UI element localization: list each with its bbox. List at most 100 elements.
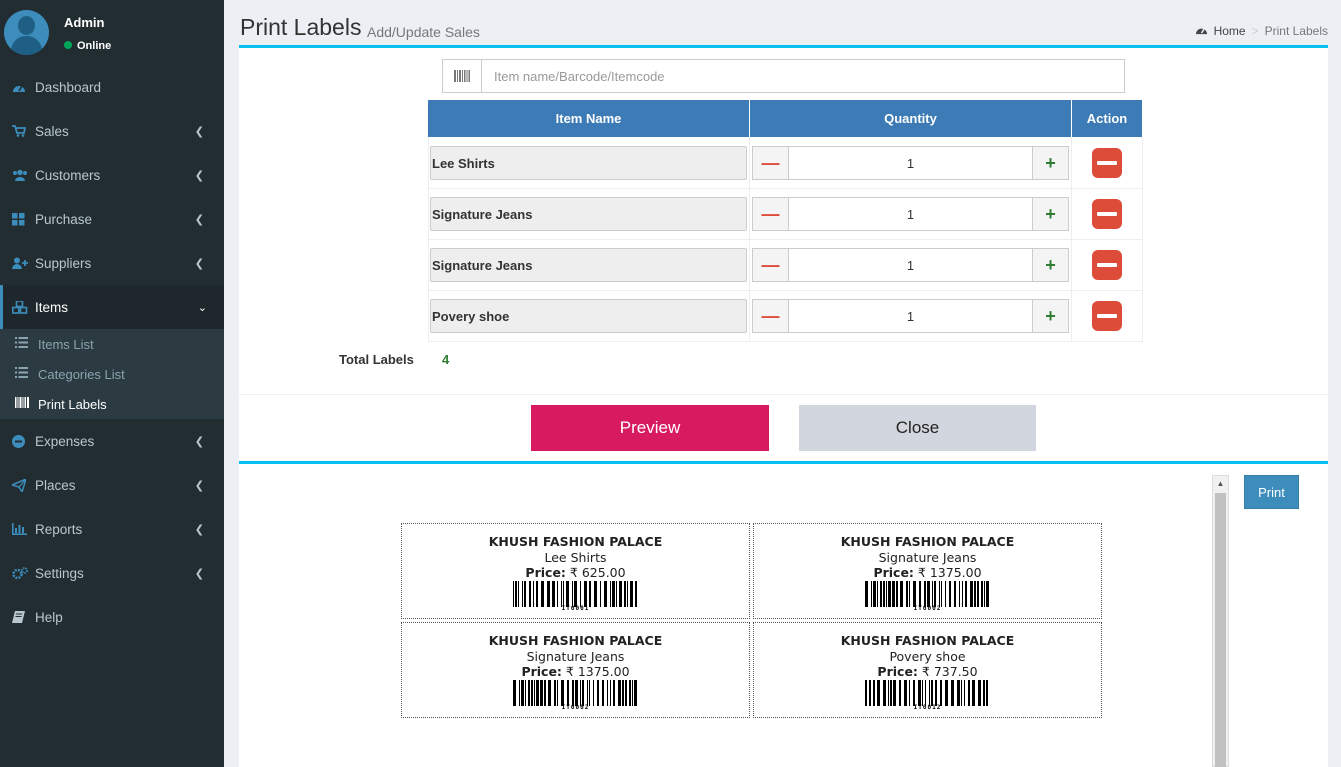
chevron-left-icon: ❮ [194,479,204,492]
label-item-code: IT0012 [913,704,942,711]
remove-row-button[interactable] [1092,199,1122,229]
print-button[interactable]: Print [1244,475,1299,509]
dashboard-icon [1195,24,1208,38]
label-price: Price: ₹ 625.00 [402,565,749,580]
sidebar-item-reports[interactable]: Reports ❮ [0,507,224,551]
barcode-icon [15,397,38,411]
column-header-quantity: Quantity [750,100,1071,137]
chevron-down-icon: ⌄ [197,301,207,314]
avatar [4,10,49,55]
table-divider [1142,137,1143,342]
sidebar-subitem-items-list[interactable]: Items List [0,329,224,359]
barcode-label: KHUSH FASHION PALACE Signature Jeans Pri… [401,622,750,718]
label-shop-name: KHUSH FASHION PALACE [488,534,663,549]
scroll-thumb[interactable] [1215,493,1226,767]
minus-icon [1097,263,1117,267]
book-icon [12,610,35,624]
increase-button[interactable]: + [1032,249,1068,281]
table-divider [428,290,1142,291]
sidebar-item-items[interactable]: Items ⌄ [0,285,224,329]
decrease-button[interactable]: — [753,300,789,332]
quantity-stepper: — 1 + [752,248,1069,282]
sidebar-item-label: Purchase [35,211,93,227]
sidebar-item-label: Settings [35,565,84,581]
sidebar-item-suppliers[interactable]: Suppliers ❮ [0,241,224,285]
table-divider [428,239,1142,240]
sidebar-item-expenses[interactable]: Expenses ❮ [0,419,224,463]
scroll-up-icon[interactable]: ▲ [1213,476,1228,491]
barcode-icon [443,60,482,92]
preview-scrollbar[interactable]: ▲ [1212,475,1229,767]
sidebar-item-sales[interactable]: Sales ❮ [0,109,224,153]
quantity-input[interactable]: 1 [789,249,1032,281]
breadcrumb: Home > Print Labels [1195,24,1328,38]
sidebar-item-settings[interactable]: Settings ❮ [0,551,224,595]
cogs-icon [12,566,35,580]
paper-plane-icon [12,478,35,492]
sidebar-item-help[interactable]: Help [0,595,224,639]
chevron-left-icon: ❮ [194,435,204,448]
sidebar-item-label: Reports [35,521,83,537]
decrease-button[interactable]: — [753,147,789,179]
close-button[interactable]: Close [799,405,1036,451]
label-price: Price: ₹ 1375.00 [402,664,749,679]
sidebar-subitem-print-labels[interactable]: Print Labels [0,389,224,419]
remove-row-button[interactable] [1092,148,1122,178]
item-name-field: Signature Jeans [430,197,747,231]
breadcrumb-current: Print Labels [1264,24,1328,38]
decrease-button[interactable]: — [753,198,789,230]
sidebar-item-places[interactable]: Places ❮ [0,463,224,507]
label-price: Price: ₹ 737.50 [754,664,1101,679]
minus-circle-icon [12,434,35,448]
chevron-left-icon: ❮ [194,523,204,536]
user-plus-icon [12,256,35,270]
list-icon [15,367,38,381]
label-item-code: IT0002 [913,605,942,612]
sidebar-item-dashboard[interactable]: Dashboard [0,65,224,109]
user-name: Admin [64,15,105,30]
label-product-name: Signature Jeans [878,550,977,565]
grid-icon [12,212,35,226]
sidebar-item-label: Dashboard [35,79,102,95]
quantity-stepper: — 1 + [752,146,1069,180]
label-item-code: IT0001 [561,605,590,612]
search-input[interactable]: Item name/Barcode/Itemcode [482,60,1124,92]
remove-row-button[interactable] [1092,250,1122,280]
increase-button[interactable]: + [1032,147,1068,179]
chevron-left-icon: ❮ [194,125,204,138]
decrease-button[interactable]: — [753,249,789,281]
label-product-name: Lee Shirts [544,550,607,565]
chevron-left-icon: ❮ [194,567,204,580]
search-bar[interactable]: Item name/Barcode/Itemcode [442,59,1125,93]
sidebar-item-purchase[interactable]: Purchase ❮ [0,197,224,241]
increase-button[interactable]: + [1032,198,1068,230]
chevron-left-icon: ❮ [194,169,204,182]
quantity-input[interactable]: 1 [789,300,1032,332]
user-status-text: Online [77,40,112,52]
table-divider [428,188,1142,189]
total-labels-value: 4 [442,352,450,367]
item-name-field: Signature Jeans [430,248,747,282]
sidebar-item-label: Items [35,299,69,315]
sidebar-subitem-label: Print Labels [38,396,107,412]
barcode-image [864,581,989,607]
sidebar: Admin Online Dashboard Sales ❮ Customers… [0,0,224,767]
quantity-input[interactable]: 1 [789,147,1032,179]
sidebar-subitem-categories-list[interactable]: Categories List [0,359,224,389]
barcode-label: KHUSH FASHION PALACE Signature Jeans Pri… [753,523,1102,619]
sidebar-item-customers[interactable]: Customers ❮ [0,153,224,197]
quantity-input[interactable]: 1 [789,198,1032,230]
breadcrumb-home[interactable]: Home [1214,24,1246,38]
quantity-stepper: — 1 + [752,299,1069,333]
sidebar-subitem-label: Categories List [38,366,125,382]
preview-button[interactable]: Preview [531,405,769,451]
quantity-stepper: — 1 + [752,197,1069,231]
remove-row-button[interactable] [1092,301,1122,331]
minus-icon [1097,161,1117,165]
label-price-value: ₹ 737.50 [921,664,978,679]
label-price-caption: Price: [521,664,562,679]
increase-button[interactable]: + [1032,300,1068,332]
bar-chart-icon [12,522,35,536]
users-icon [12,168,35,182]
item-name-field: Lee Shirts [430,146,747,180]
